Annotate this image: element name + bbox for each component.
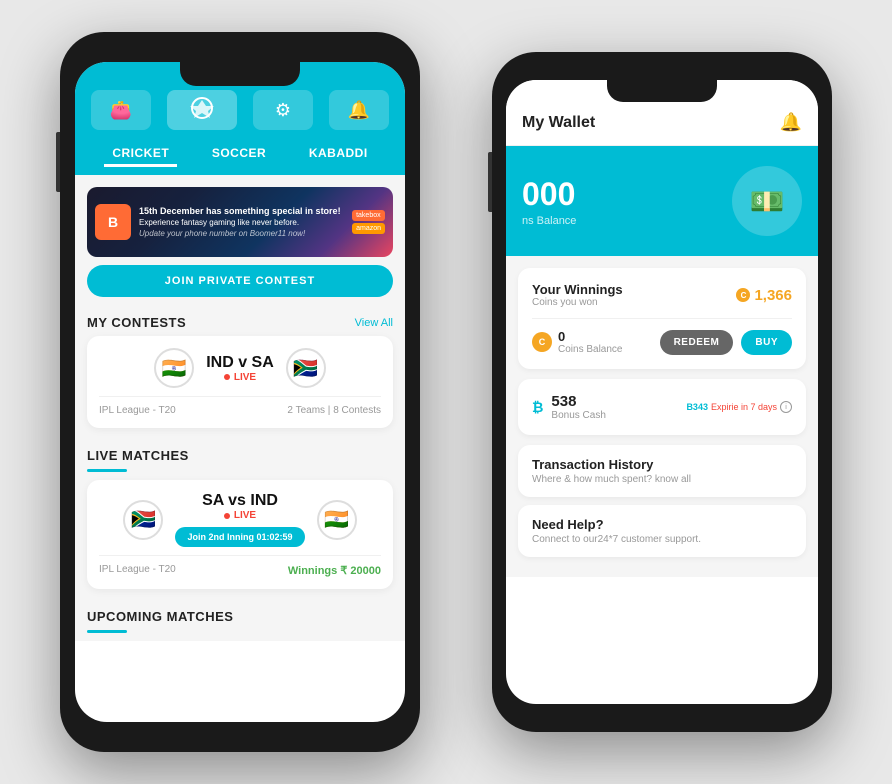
live-match-teams: 🇿🇦 SA vs IND LIVE Join 2nd Inning 01:02:…: [99, 492, 381, 547]
coin-icon: C: [736, 288, 750, 302]
bonus-row: ₿ 538 Bonus Cash B343 Expirie in 7 days …: [532, 393, 792, 421]
team1-flag: 🇮🇳: [154, 348, 194, 388]
section-divider: [87, 469, 127, 472]
notch-2: [607, 80, 717, 102]
wallet-balance-section: 000 ns Balance 💵: [506, 146, 818, 256]
my-contest-card[interactable]: 🇮🇳 IND v SA LIVE 🇿🇦 IPL League - T20 2 T…: [87, 336, 393, 428]
winnings-label: Your Winnings: [532, 282, 623, 297]
bonus-details: 538 Bonus Cash: [551, 393, 605, 421]
wallet-icon[interactable]: 👛: [91, 90, 151, 130]
tab-cricket[interactable]: CRICKET: [104, 142, 177, 167]
transaction-subtitle: Where & how much spent? know all: [532, 474, 792, 485]
wallet-body: Your Winnings Coins you won C 1,366 C 0: [506, 256, 818, 577]
redeem-button[interactable]: REDEEM: [660, 330, 734, 355]
phone-2: My Wallet 🔔 000 ns Balance 💵 Your Winnin…: [492, 52, 832, 732]
tab-kabaddi[interactable]: KABADDI: [301, 142, 376, 167]
view-all-button[interactable]: View All: [355, 317, 393, 329]
bonus-label: Bonus Cash: [551, 410, 605, 421]
live-status: LIVE: [206, 372, 274, 383]
team2-flag: 🇿🇦: [286, 348, 326, 388]
live-match-winnings: Winnings ₹ 20000: [288, 564, 381, 577]
live-dot: [224, 374, 230, 380]
logo-svg: [186, 94, 218, 126]
live-matches-title: LIVE MATCHES: [87, 448, 189, 463]
match-title: IND v SA: [206, 354, 274, 372]
my-contests-header: MY CONTESTS View All: [75, 305, 405, 336]
phone-1: 👛 ⚙ 🔔 CRICKET SOCCER KABADDI: [60, 32, 420, 752]
match-footer: IPL League - T20 2 Teams | 8 Contests: [99, 396, 381, 416]
coins-details: 0 Coins Balance: [558, 329, 622, 355]
divider-1: [532, 318, 792, 319]
phone-1-screen: 👛 ⚙ 🔔 CRICKET SOCCER KABADDI: [75, 62, 405, 722]
buy-button[interactable]: BUY: [741, 330, 792, 355]
prize-tag-1: takebox: [352, 210, 385, 221]
balance-info: 000 ns Balance: [522, 176, 576, 227]
tab-soccer[interactable]: SOCCER: [204, 142, 274, 167]
balance-label: ns Balance: [522, 215, 576, 227]
balance-amount: 000: [522, 176, 576, 213]
prize-tag-2: amazon: [352, 223, 385, 234]
live-match-dot: [224, 513, 230, 519]
bell-icon[interactable]: 🔔: [329, 90, 389, 130]
wallet-title: My Wallet: [522, 114, 595, 132]
bonus-left: ₿ 538 Bonus Cash: [532, 393, 606, 421]
live-match-title: SA vs IND: [175, 492, 304, 510]
coins-circle-icon: C: [532, 332, 552, 352]
header-top: 👛 ⚙ 🔔: [91, 90, 389, 130]
coins-info: C 0 Coins Balance: [532, 329, 622, 355]
banner-text: 15th December has something special in s…: [139, 205, 344, 240]
nav-tabs: CRICKET SOCCER KABADDI: [91, 142, 389, 175]
winnings-amount: C 1,366: [736, 287, 792, 304]
live-match-footer: IPL League - T20 Winnings ₹ 20000: [99, 555, 381, 577]
info-icon[interactable]: i: [780, 401, 792, 413]
cash-icon: 💵: [732, 166, 802, 236]
upcoming-divider: [87, 630, 127, 633]
bonus-icon: ₿: [532, 399, 543, 415]
wallet-bell-icon[interactable]: 🔔: [780, 112, 802, 133]
join-private-contest-button[interactable]: JOIN PRIVATE CONTEST: [87, 265, 393, 297]
need-help-item[interactable]: Need Help? Connect to our24*7 customer s…: [518, 505, 806, 557]
winnings-row: Your Winnings Coins you won C 1,366: [532, 282, 792, 308]
bonus-card: ₿ 538 Bonus Cash B343 Expirie in 7 days …: [518, 379, 806, 435]
expiry-amount: B343: [686, 402, 708, 412]
live-match-info: SA vs IND LIVE Join 2nd Inning 01:02:59: [175, 492, 304, 547]
join-innings-button[interactable]: Join 2nd Inning 01:02:59: [175, 527, 304, 547]
phone-2-screen: My Wallet 🔔 000 ns Balance 💵 Your Winnin…: [506, 80, 818, 704]
live-match-league: IPL League - T20: [99, 564, 176, 577]
match-info: IND v SA LIVE: [206, 354, 274, 383]
match-league: IPL League - T20: [99, 405, 176, 416]
transaction-history-item[interactable]: Transaction History Where & how much spe…: [518, 445, 806, 497]
help-title: Need Help?: [532, 517, 792, 532]
settings-icon[interactable]: ⚙: [253, 90, 313, 130]
coins-actions: REDEEM BUY: [660, 330, 792, 355]
help-subtitle: Connect to our24*7 customer support.: [532, 534, 792, 545]
live-matches-header: LIVE MATCHES: [75, 438, 405, 469]
app-logo: [167, 90, 237, 130]
match-teams: 🇮🇳 IND v SA LIVE 🇿🇦: [99, 348, 381, 388]
expiry-text: B343 Expirie in 7 days i: [686, 401, 792, 413]
live-team2-flag: 🇮🇳: [317, 500, 357, 540]
notch-1: [180, 62, 300, 86]
match-stats: 2 Teams | 8 Contests: [287, 405, 381, 416]
transaction-title: Transaction History: [532, 457, 792, 472]
winnings-subtitle: Coins you won: [532, 297, 623, 308]
winnings-info: Your Winnings Coins you won: [532, 282, 623, 308]
live-team1-flag: 🇿🇦: [123, 500, 163, 540]
bonus-amount: 538: [551, 393, 605, 410]
coins-balance-label: Coins Balance: [558, 344, 622, 355]
coins-value: 0: [558, 329, 622, 344]
app-body: B 15th December has something special in…: [75, 175, 405, 641]
live-match-status: LIVE: [175, 510, 304, 521]
upcoming-title: UPCOMING MATCHES: [87, 609, 233, 624]
promo-banner[interactable]: B 15th December has something special in…: [87, 187, 393, 257]
upcoming-header: UPCOMING MATCHES: [75, 599, 405, 630]
coins-row: C 0 Coins Balance REDEEM BUY: [532, 329, 792, 355]
winnings-card: Your Winnings Coins you won C 1,366 C 0: [518, 268, 806, 369]
banner-prizes: takebox amazon: [352, 210, 385, 234]
my-contests-title: MY CONTESTS: [87, 315, 186, 330]
banner-logo: B: [95, 204, 131, 240]
live-match-card[interactable]: 🇿🇦 SA vs IND LIVE Join 2nd Inning 01:02:…: [87, 480, 393, 589]
